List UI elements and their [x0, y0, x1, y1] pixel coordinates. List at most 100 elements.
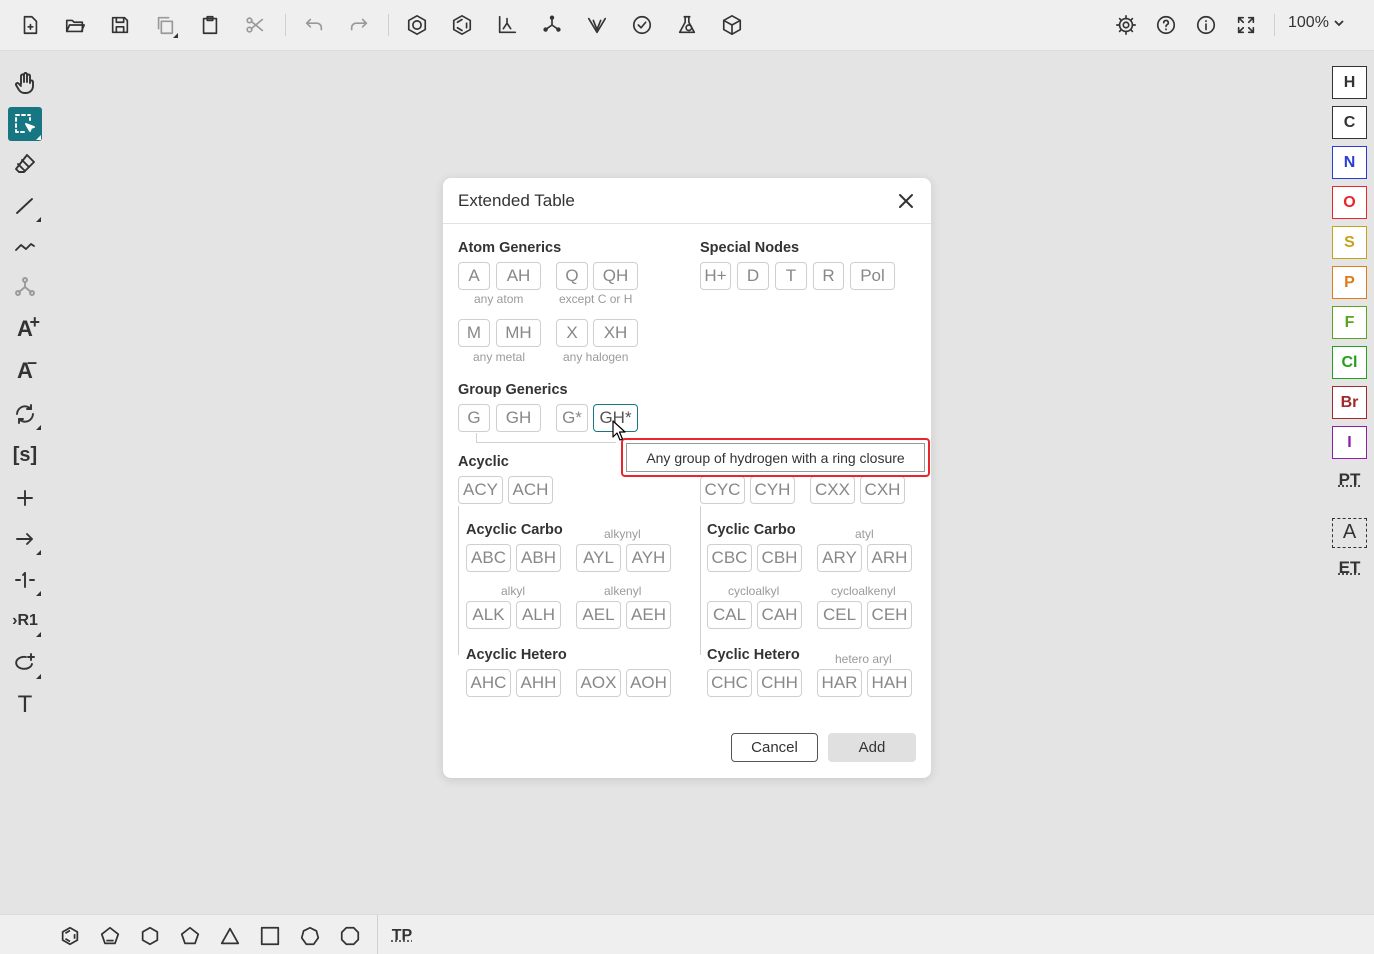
group-g-button[interactable]: G — [458, 404, 490, 432]
save-icon[interactable] — [106, 11, 134, 39]
generic-q-button[interactable]: Q — [556, 262, 588, 290]
cycloheptane-template-icon[interactable] — [296, 922, 324, 950]
cyclic-har-button[interactable]: HAR — [817, 669, 862, 697]
periodic-table-button[interactable]: PT — [1332, 470, 1367, 490]
cyclic-cxh-button[interactable]: CXH — [860, 476, 905, 504]
rotate-tool[interactable] — [8, 397, 42, 431]
acyclic-aoh-button[interactable]: AOH — [626, 669, 671, 697]
copy-icon[interactable] — [151, 11, 179, 39]
acyclic-aeh-button[interactable]: AEH — [626, 601, 671, 629]
help-icon[interactable] — [1152, 11, 1180, 39]
cyclopentadiene-template-icon[interactable] — [96, 922, 124, 950]
atom-c[interactable]: C — [1332, 106, 1367, 139]
acyclic-abh-button[interactable]: ABH — [516, 544, 561, 572]
dearomatize-icon[interactable] — [448, 11, 476, 39]
cyclohexane-template-icon[interactable] — [136, 922, 164, 950]
3d-viewer-icon[interactable] — [718, 11, 746, 39]
cyclopentane-template-icon[interactable] — [176, 922, 204, 950]
paste-icon[interactable] — [196, 11, 224, 39]
erase-tool[interactable] — [8, 147, 42, 181]
about-icon[interactable] — [1192, 11, 1220, 39]
acyclic-ayh-button[interactable]: AYH — [626, 544, 671, 572]
cut-icon[interactable] — [241, 11, 269, 39]
shape-tool[interactable] — [8, 646, 42, 680]
cyclic-cyh-button[interactable]: CYH — [750, 476, 795, 504]
close-icon[interactable] — [895, 190, 917, 212]
cancel-button[interactable]: Cancel — [731, 733, 818, 762]
atom-f[interactable]: F — [1332, 306, 1367, 339]
rgroup-tool[interactable]: ›R1 — [8, 604, 42, 638]
generic-a-button[interactable]: A — [458, 262, 490, 290]
atom-p[interactable]: P — [1332, 266, 1367, 299]
any-atom-button[interactable]: A — [1332, 518, 1367, 548]
settings-icon[interactable] — [1112, 11, 1140, 39]
hand-tool[interactable] — [8, 66, 42, 100]
acyclic-ahc-button[interactable]: AHC — [466, 669, 511, 697]
fullscreen-icon[interactable] — [1232, 11, 1260, 39]
generic-ah-button[interactable]: AH — [496, 262, 541, 290]
cyclic-ceh-button[interactable]: CEH — [867, 601, 912, 629]
sgroup-tool[interactable]: [s] — [8, 438, 42, 472]
acyclic-ahh-button[interactable]: AHH — [516, 669, 561, 697]
new-file-icon[interactable] — [16, 11, 44, 39]
atom-cl[interactable]: Cl — [1332, 346, 1367, 379]
stereo-icon[interactable] — [583, 11, 611, 39]
zoom-dropdown[interactable]: 100% — [1288, 14, 1345, 32]
layout-icon[interactable] — [493, 11, 521, 39]
generic-x-button[interactable]: X — [556, 319, 588, 347]
special-d-button[interactable]: D — [737, 262, 769, 290]
cyclic-cel-button[interactable]: CEL — [817, 601, 862, 629]
generic-mh-button[interactable]: MH — [496, 319, 541, 347]
atom-br[interactable]: Br — [1332, 386, 1367, 419]
special-r-button[interactable]: R — [813, 262, 844, 290]
undo-icon[interactable] — [300, 11, 328, 39]
acyclic-acy-button[interactable]: ACY — [458, 476, 503, 504]
cyclic-chc-button[interactable]: CHC — [707, 669, 752, 697]
single-bond-tool[interactable] — [8, 189, 42, 223]
add-button[interactable]: Add — [828, 733, 916, 762]
group-g-star-button[interactable]: G* — [556, 404, 588, 432]
atom-i[interactable]: I — [1332, 426, 1367, 459]
chain-tool[interactable] — [8, 229, 42, 263]
text-tool[interactable]: T — [8, 688, 42, 722]
extended-table-button[interactable]: ET — [1332, 558, 1367, 578]
aromatize-icon[interactable] — [403, 11, 431, 39]
acyclic-ayl-button[interactable]: AYL — [576, 544, 621, 572]
cyclooctane-template-icon[interactable] — [336, 922, 364, 950]
acyclic-alh-button[interactable]: ALH — [516, 601, 561, 629]
reaction-arrow-tool[interactable] — [8, 522, 42, 556]
cyclic-cbc-button[interactable]: CBC — [707, 544, 752, 572]
generic-qh-button[interactable]: QH — [593, 262, 638, 290]
cyclic-ary-button[interactable]: ARY — [817, 544, 862, 572]
special-h-plus-button[interactable]: H+ — [700, 262, 731, 290]
analyse-icon[interactable] — [673, 11, 701, 39]
cyclic-cal-button[interactable]: CAL — [707, 601, 752, 629]
cyclic-chh-button[interactable]: CHH — [757, 669, 802, 697]
generic-m-button[interactable]: M — [458, 319, 490, 347]
acyclic-alk-button[interactable]: ALK — [466, 601, 511, 629]
atom-n[interactable]: N — [1332, 146, 1367, 179]
cyclic-cah-button[interactable]: CAH — [757, 601, 802, 629]
acyclic-abc-button[interactable]: ABC — [466, 544, 511, 572]
reaction-mapping-tool[interactable] — [8, 563, 42, 597]
cyclobutane-template-icon[interactable] — [256, 922, 284, 950]
atom-o[interactable]: O — [1332, 186, 1367, 219]
sgroup-attachment-tool[interactable] — [8, 270, 42, 304]
acyclic-ach-button[interactable]: ACH — [508, 476, 553, 504]
charge-plus-tool[interactable]: A + — [8, 312, 42, 346]
atom-h[interactable]: H — [1332, 66, 1367, 99]
cyclic-arh-button[interactable]: ARH — [867, 544, 912, 572]
charge-minus-tool[interactable]: A – — [8, 352, 42, 388]
select-tool[interactable] — [8, 107, 42, 141]
cyclic-cbh-button[interactable]: CBH — [757, 544, 802, 572]
cyclic-cxx-button[interactable]: CXX — [810, 476, 855, 504]
benzene-template-icon[interactable] — [56, 922, 84, 950]
generic-xh-button[interactable]: XH — [593, 319, 638, 347]
cyclopropane-template-icon[interactable] — [216, 922, 244, 950]
check-icon[interactable] — [628, 11, 656, 39]
acyclic-ael-button[interactable]: AEL — [576, 601, 621, 629]
redo-icon[interactable] — [345, 11, 373, 39]
group-gh-button[interactable]: GH — [496, 404, 541, 432]
atom-s[interactable]: S — [1332, 226, 1367, 259]
template-library-button[interactable]: TP — [388, 922, 416, 950]
